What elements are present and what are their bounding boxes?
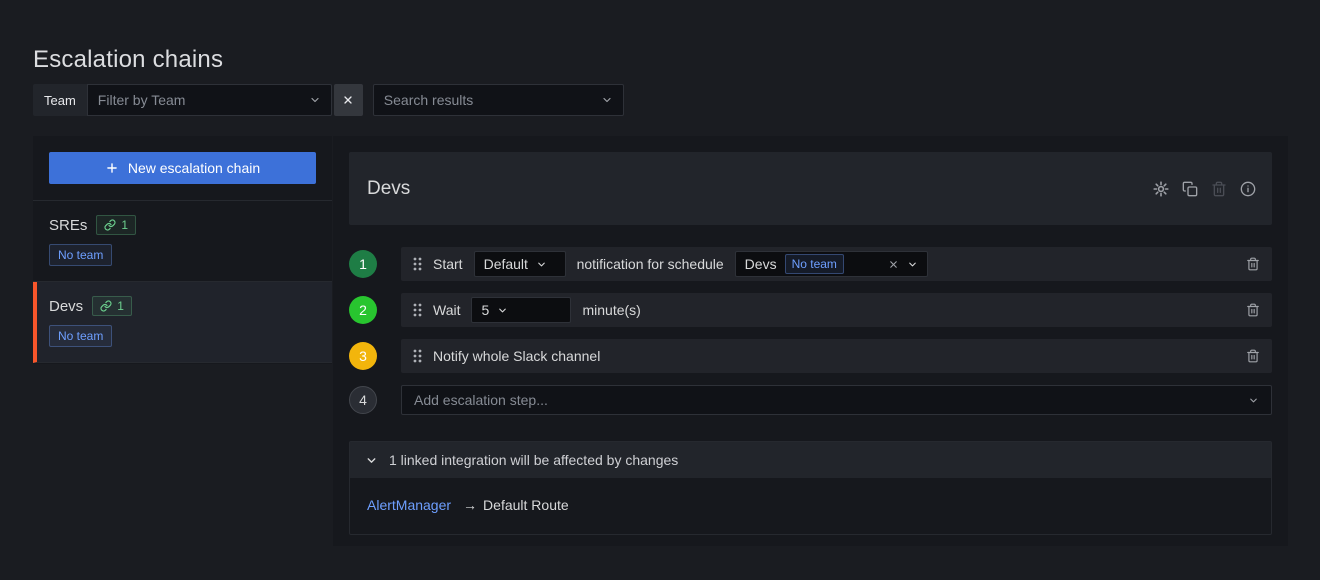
step-text: Notify whole Slack channel xyxy=(433,348,600,364)
linked-integrations-header[interactable]: 1 linked integration will be affected by… xyxy=(350,442,1271,478)
policy-value: Default xyxy=(484,256,528,272)
schedule-value: Devs xyxy=(745,256,777,272)
step-text: Start xyxy=(433,256,463,272)
arrow-right-icon: → xyxy=(463,497,477,513)
step-number-badge: 1 xyxy=(349,250,377,278)
escalation-steps: 1 Start Default notification for schedul… xyxy=(349,247,1272,415)
chain-item-devs[interactable]: Devs 1 No team xyxy=(33,282,332,363)
clear-team-filter-button[interactable] xyxy=(334,84,363,116)
trash-icon xyxy=(1211,181,1227,197)
info-button[interactable] xyxy=(1240,181,1256,197)
delete-step-button[interactable] xyxy=(1246,303,1260,317)
copy-icon xyxy=(1182,181,1198,197)
chain-title: Devs xyxy=(367,178,410,200)
escalation-step-1: 1 Start Default notification for schedul… xyxy=(349,247,1272,281)
step-row: Wait 5 minute(s) xyxy=(401,293,1272,327)
team-filter-select[interactable]: Filter by Team xyxy=(87,84,332,116)
info-icon xyxy=(1240,181,1256,197)
search-results-select[interactable]: Search results xyxy=(373,84,624,116)
settings-button[interactable] xyxy=(1153,181,1169,197)
linked-count: 1 xyxy=(121,218,128,232)
step-number-badge: 2 xyxy=(349,296,377,324)
step-number-badge: 4 xyxy=(349,386,377,414)
step-row: Notify whole Slack channel xyxy=(401,339,1272,373)
chain-list: SREs 1 No team Devs 1 xyxy=(33,200,332,363)
schedule-select[interactable]: Devs No team xyxy=(735,251,928,277)
chain-name: Devs xyxy=(49,298,83,315)
escalation-chain-sidebar: New escalation chain SREs 1 No team Devs xyxy=(33,136,332,364)
route-name: Default Route xyxy=(483,497,569,513)
linked-count: 1 xyxy=(117,299,124,313)
team-filter-label: Team xyxy=(33,84,87,116)
add-escalation-step: 4 Add escalation step... xyxy=(349,385,1272,415)
team-badge: No team xyxy=(49,244,112,266)
schedule-team-badge: No team xyxy=(785,254,844,274)
new-escalation-chain-label: New escalation chain xyxy=(128,160,260,176)
chain-item-sres[interactable]: SREs 1 No team xyxy=(33,201,332,282)
drag-handle-icon[interactable] xyxy=(413,349,422,363)
linked-integration-row: AlertManager → Default Route xyxy=(350,478,1271,534)
escalation-chain-panel: Devs xyxy=(333,136,1288,546)
delete-step-button[interactable] xyxy=(1246,349,1260,363)
close-icon xyxy=(342,94,354,106)
delete-step-button[interactable] xyxy=(1246,257,1260,271)
drag-handle-icon[interactable] xyxy=(413,257,422,271)
trash-icon xyxy=(1246,257,1260,271)
page-title: Escalation chains xyxy=(33,46,223,74)
duration-value: 5 xyxy=(481,302,489,318)
escalation-step-2: 2 Wait 5 minute(s) xyxy=(349,293,1272,327)
team-badge: No team xyxy=(49,325,112,347)
chevron-down-icon xyxy=(907,259,918,270)
chevron-down-icon xyxy=(309,94,321,106)
panel-header: Devs xyxy=(349,152,1272,225)
link-icon xyxy=(100,300,112,312)
filter-bar: Team Filter by Team Search results xyxy=(33,84,624,116)
chevron-down-icon xyxy=(365,454,378,467)
copy-button[interactable] xyxy=(1182,181,1198,197)
step-row: Start Default notification for schedule … xyxy=(401,247,1272,281)
drag-handle-icon[interactable] xyxy=(413,303,422,317)
chevron-down-icon xyxy=(1248,395,1259,406)
step-number-badge: 3 xyxy=(349,342,377,370)
linked-summary: 1 linked integration will be affected by… xyxy=(389,452,678,468)
add-step-placeholder: Add escalation step... xyxy=(414,392,548,408)
linked-integrations-section: 1 linked integration will be affected by… xyxy=(349,441,1272,535)
add-step-select[interactable]: Add escalation step... xyxy=(401,385,1272,415)
team-filter-placeholder: Filter by Team xyxy=(98,92,186,108)
chevron-down-icon xyxy=(497,305,508,316)
new-escalation-chain-button[interactable]: New escalation chain xyxy=(49,152,316,184)
linked-integrations-badge: 1 xyxy=(92,296,132,316)
link-icon xyxy=(104,219,116,231)
chevron-down-icon xyxy=(601,94,613,106)
integration-link[interactable]: AlertManager xyxy=(367,497,451,513)
trash-icon xyxy=(1246,349,1260,363)
plus-icon xyxy=(105,161,119,175)
step-text: Wait xyxy=(433,302,460,318)
clear-schedule-icon[interactable] xyxy=(888,259,899,270)
chevron-down-icon xyxy=(536,259,547,270)
linked-integrations-badge: 1 xyxy=(96,215,136,235)
delete-chain-button[interactable] xyxy=(1211,181,1227,197)
notification-policy-select[interactable]: Default xyxy=(474,251,566,277)
chain-name: SREs xyxy=(49,217,87,234)
step-text: notification for schedule xyxy=(577,256,724,272)
trash-icon xyxy=(1246,303,1260,317)
escalation-step-3: 3 Notify whole Slack channel xyxy=(349,339,1272,373)
wait-duration-select[interactable]: 5 xyxy=(471,297,571,323)
search-placeholder: Search results xyxy=(384,92,473,108)
gear-icon xyxy=(1153,181,1169,197)
step-text: minute(s) xyxy=(582,302,640,318)
